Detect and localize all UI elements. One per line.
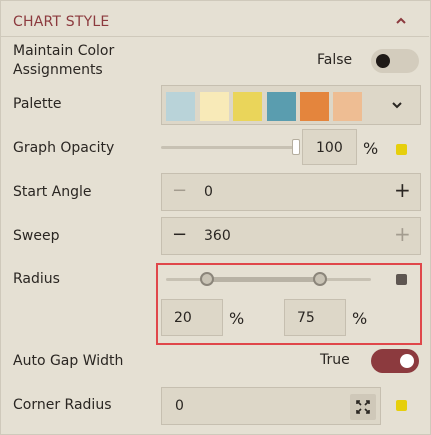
graph-opacity-unit: % (363, 139, 379, 158)
start-angle-stepper[interactable]: − 0 + (161, 173, 421, 211)
maintain-colors-label-line1: Maintain Color (13, 43, 115, 59)
graph-opacity-slider-handle[interactable] (292, 139, 300, 155)
sweep-label: Sweep (13, 228, 60, 244)
maintain-colors-label: Maintain Color Assignments (13, 42, 114, 80)
palette-swatch-5 (300, 92, 329, 121)
chevron-up-icon[interactable] (392, 12, 410, 30)
palette-swatch-4 (267, 92, 296, 121)
palette-swatch-6 (333, 92, 362, 121)
section-title: CHART STYLE (13, 14, 110, 30)
maintain-colors-state: False (317, 52, 353, 68)
start-angle-value[interactable]: 0 (204, 184, 213, 200)
auto-gap-toggle[interactable] (371, 349, 419, 373)
radius-highlight-box (156, 263, 422, 345)
section-divider (0, 36, 429, 37)
chevron-down-icon[interactable] (388, 96, 406, 114)
palette-swatch-3 (233, 92, 262, 121)
sweep-increment-button[interactable]: + (394, 222, 411, 246)
sweep-decrement-button[interactable]: − (172, 224, 187, 245)
maintain-colors-label-line2: Assignments (13, 62, 103, 78)
start-angle-increment-button[interactable]: + (394, 178, 411, 202)
palette-select[interactable] (161, 85, 421, 125)
corner-radius-label: Corner Radius (13, 397, 112, 413)
expand-icon[interactable] (350, 394, 376, 420)
start-angle-label: Start Angle (13, 184, 92, 200)
graph-opacity-input[interactable]: 100 (302, 129, 357, 165)
palette-swatch-1 (166, 92, 195, 121)
palette-label: Palette (13, 96, 62, 112)
sweep-value[interactable]: 360 (204, 228, 231, 244)
graph-opacity-value: 100 (316, 140, 343, 156)
auto-gap-label: Auto Gap Width (13, 353, 124, 369)
toggle-knob (376, 54, 390, 68)
maintain-colors-toggle[interactable] (371, 49, 419, 73)
palette-swatch-2 (200, 92, 229, 121)
sweep-stepper[interactable]: − 360 + (161, 217, 421, 255)
graph-opacity-indicator[interactable] (396, 144, 407, 155)
graph-opacity-label: Graph Opacity (13, 140, 115, 156)
toggle-knob (400, 354, 414, 368)
auto-gap-state: True (320, 352, 350, 368)
graph-opacity-slider-track[interactable] (161, 146, 297, 149)
corner-radius-input[interactable]: 0 (161, 387, 381, 425)
radius-label: Radius (13, 271, 60, 287)
start-angle-decrement-button[interactable]: − (172, 180, 187, 201)
corner-radius-value: 0 (175, 398, 184, 414)
corner-radius-indicator[interactable] (396, 400, 407, 411)
